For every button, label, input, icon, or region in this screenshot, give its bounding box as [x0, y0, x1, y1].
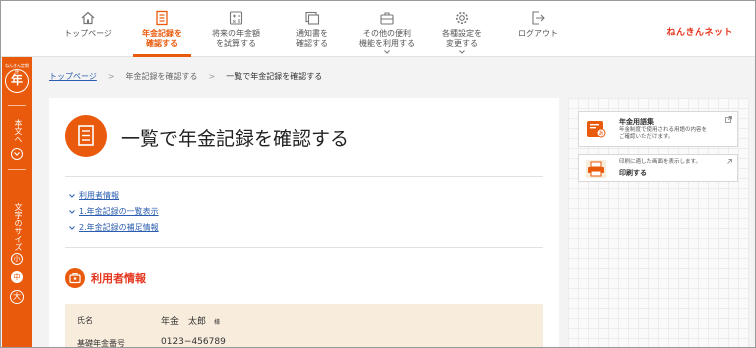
user-card-icon — [65, 268, 85, 288]
divider — [65, 247, 543, 248]
print-description: 印刷に適した画面を表示します。 — [619, 159, 701, 165]
name-value: 年金 太郎様 — [161, 314, 220, 327]
nav-settings[interactable]: 各種設定を 変更する — [433, 1, 491, 57]
nav-label: 変更する — [446, 39, 478, 48]
divider — [8, 169, 26, 170]
font-size-large-button[interactable]: 大 — [10, 290, 24, 304]
nav-label: その他の便利 — [363, 29, 411, 38]
toc-link-records-list[interactable]: 1.年金記録の一覧表示 — [69, 206, 159, 217]
nav-other-functions[interactable]: その他の便利 機能を利用する — [351, 1, 423, 57]
name-label: 氏名 — [77, 316, 93, 325]
pension-number-value: 0123−456789 — [161, 337, 226, 347]
logout-icon — [532, 11, 545, 25]
print-title: 印刷する — [619, 169, 647, 177]
nav-label: 各種設定を — [442, 29, 482, 38]
chevron-down-icon — [69, 225, 75, 230]
external-link-icon — [725, 116, 732, 123]
glossary-description: ご確認いただけます。 — [619, 134, 674, 140]
toc-link-label: 2.年金記録の補足情報 — [79, 223, 159, 232]
svg-text:あ: あ — [598, 131, 603, 137]
gear-icon — [456, 12, 468, 24]
breadcrumb-separator-icon: > — [107, 72, 115, 81]
pension-number-label: 基礎年金番号 — [77, 339, 125, 348]
nav-top-page[interactable]: トップページ — [59, 1, 117, 57]
nav-pension-estimate[interactable]: 将来の年金額 を試算する — [205, 1, 267, 57]
document-list-icon — [156, 10, 168, 26]
chevron-down-icon[interactable] — [11, 148, 23, 160]
document-list-icon — [65, 115, 107, 157]
breadcrumb-link-records[interactable]: 年金記録を確認する — [126, 71, 198, 82]
toc-link-label: 利用者情報 — [79, 191, 119, 200]
book-icon: あ — [587, 121, 606, 138]
user-info-table: 氏名 年金 太郎様 基礎年金番号 0123−456789 — [65, 304, 543, 348]
chevron-down-icon — [384, 50, 390, 54]
nav-label: ログアウト — [518, 29, 558, 38]
nav-pension-records[interactable]: 年金記録を 確認する — [133, 1, 191, 57]
toc-link-supplementary[interactable]: 2.年金記録の補足情報 — [69, 222, 159, 233]
font-size-small-button[interactable]: 小 — [11, 253, 23, 265]
nav-label: トップページ — [64, 29, 112, 38]
brand-logo[interactable]: ねんきんネット — [666, 25, 733, 38]
skip-to-content-link[interactable]: 本文へ — [11, 119, 23, 143]
divider — [65, 176, 543, 177]
notice-icon — [305, 11, 320, 25]
section-title-user-info: 利用者情報 — [91, 272, 146, 285]
chevron-down-icon — [459, 50, 465, 54]
site-logo[interactable]: 年 — [5, 69, 29, 93]
nav-logout[interactable]: ログアウト — [509, 1, 567, 57]
nav-label: 機能を利用する — [359, 39, 415, 48]
breadcrumb-current: 一覧で年金記録を確認する — [226, 72, 323, 81]
print-card[interactable]: 印刷に適した画面を表示します。 印刷する — [578, 154, 738, 182]
font-size-medium-button[interactable]: 中 — [11, 271, 23, 283]
glossary-card[interactable]: あ 年金用語集 年金制度で使用される用語の内容を ご確認いただけます。 — [578, 111, 738, 147]
nav-label: 確認する — [296, 39, 328, 48]
name-text: 年金 太郎 — [161, 317, 207, 327]
calculator-icon — [229, 11, 243, 25]
glossary-title: 年金用語集 — [619, 118, 654, 126]
toolbox-icon — [380, 12, 394, 25]
breadcrumb-separator-icon: > — [208, 72, 216, 81]
home-icon — [81, 11, 95, 25]
glossary-description: 年金制度で使用される用語の内容を — [619, 127, 708, 133]
honorific: 様 — [214, 319, 221, 326]
breadcrumb-link-top[interactable]: トップページ — [49, 71, 97, 82]
divider — [8, 105, 26, 106]
breadcrumb: トップページ > 年金記録を確認する > 一覧で年金記録を確認する — [49, 71, 322, 82]
nav-notices[interactable]: 通知書を 確認する — [283, 1, 341, 57]
nav-label: 確認する — [146, 39, 178, 48]
expand-icon — [727, 159, 732, 164]
accessibility-rail: ねんきん定期便 年 本文へ 文字のサイズ 小 中 大 — [2, 57, 32, 347]
app-window: トップページ 年金記録を 確認する 将来の年金額 を試算する 通知書を 確認する… — [0, 0, 756, 348]
page-title: 一覧で年金記録を確認する — [121, 128, 350, 150]
nav-label: 通知書を — [296, 29, 328, 38]
nav-label: 年金記録を — [142, 29, 182, 38]
toc-link-user-info[interactable]: 利用者情報 — [69, 190, 119, 201]
side-panel: あ 年金用語集 年金制度で使用される用語の内容を ご確認いただけます。 印刷に適… — [568, 98, 749, 347]
chevron-down-icon — [69, 209, 75, 214]
nav-label: 将来の年金額 — [212, 29, 260, 38]
printer-icon — [586, 160, 606, 178]
nav-label: を試算する — [216, 39, 256, 48]
main-content: 一覧で年金記録を確認する 利用者情報 1.年金記録の一覧表示 2.年金記録の補足… — [49, 98, 559, 348]
global-nav: トップページ 年金記録を 確認する 将来の年金額 を試算する 通知書を 確認する… — [1, 1, 755, 57]
font-size-label: 文字のサイズ — [14, 203, 23, 251]
chevron-down-icon — [69, 193, 75, 198]
toc-link-label: 1.年金記録の一覧表示 — [79, 207, 159, 216]
